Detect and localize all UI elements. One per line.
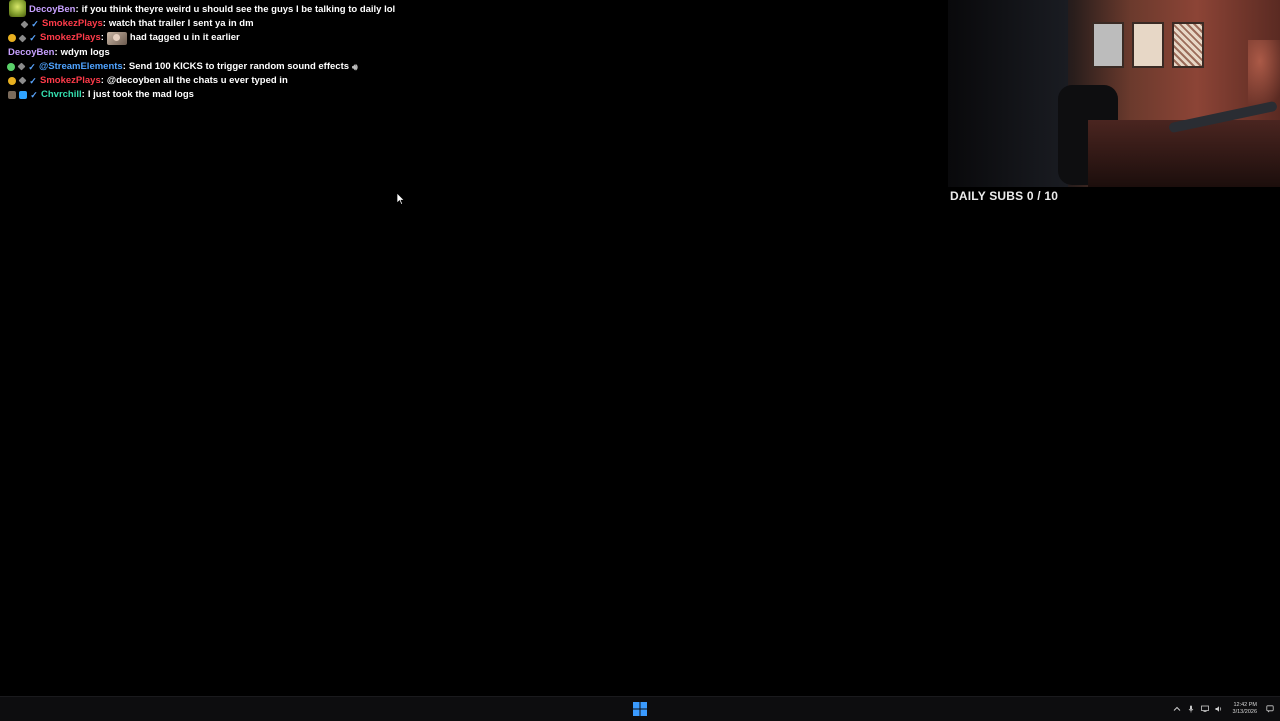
badge-list: ✓ [7,61,36,72]
chat-text: watch that trailer I sent ya in dm [108,18,254,30]
chat-username: Chvrchill [41,89,82,101]
clock-time: 12:42 PM [1233,702,1257,708]
chat-text: Send 100 KICKS to trigger random sound e… [128,60,350,72]
chat-username: DecoyBen [29,4,76,15]
chat-message: ✓ SmokezPlays: @decoyben all the chats u… [0,74,520,88]
user-avatar-sticker [9,0,26,17]
badge-list: ✓ [8,90,38,101]
chat-text: if you think theyre weird u should see t… [81,4,396,15]
avatar-badge-icon [8,91,16,100]
network-icon[interactable] [1200,705,1209,713]
sword-icon [18,34,27,43]
chat-username: SmokezPlays [40,32,101,44]
badge-list: ✓ [8,75,37,86]
webcam-background [948,0,1068,187]
wall-frame [1172,22,1204,68]
chat-overlay: DecoyBen: if you think theyre weird u sh… [0,0,520,102]
avatar-emote-icon [106,31,127,45]
badge-list: ✓ [8,33,37,44]
chat-message: ✓ Chvrchill: I just took the mad logs [0,88,520,102]
microphone-icon[interactable] [1187,705,1195,713]
verified-check-icon: ✓ [29,33,37,44]
verified-check-icon: ✓ [31,19,39,30]
sword-icon [20,20,29,29]
chat-message: ✓ @StreamElements: Send 100 KICKS to tri… [0,60,520,74]
wall-frame [1132,22,1164,68]
verified-check-icon: ✓ [28,61,36,72]
verified-check-icon: ✓ [30,90,38,101]
webcam-feed [948,0,1280,187]
taskbar-clock[interactable]: 12:42 PM 3/13/2026 [1233,702,1257,716]
clock-date: 3/13/2026 [1232,709,1257,715]
windows-start-icon[interactable] [633,702,647,716]
chat-username: DecoyBen [8,46,55,58]
chevron-up-icon[interactable] [1173,705,1181,713]
chat-username: SmokezPlays [40,74,101,86]
volume-icon[interactable] [1215,705,1223,713]
system-tray: 12:42 PM 3/13/2026 [1173,697,1274,721]
chat-text: had tagged u in it earlier [129,32,240,44]
wall-frame [1092,22,1124,68]
lamp-glow [1248,40,1280,110]
gift-badge-icon [19,91,27,100]
verified-check-icon: ✓ [29,75,37,86]
chat-message: DecoyBen: if you think theyre weird u sh… [0,0,520,17]
chat-username: @StreamElements [39,60,123,72]
speaker-icon: 🔊︎ [352,61,358,72]
chat-text: @decoyben all the chats u ever typed in [106,74,288,86]
chat-message: ✓ SmokezPlays: watch that trailer I sent… [0,17,520,31]
chat-username: SmokezPlays [42,18,103,30]
green-badge-icon [7,62,15,71]
notification-icon[interactable] [1266,705,1274,713]
chat-message: DecoyBen: wdym logs [8,46,110,58]
badge-list: ✓ [20,19,39,30]
chat-text: I just took the mad logs [87,89,194,101]
daily-subs-counter: DAILY SUBS 0 / 10 [950,189,1059,203]
gold-badge-icon [8,34,16,43]
sword-icon [17,62,26,71]
taskbar: 12:42 PM 3/13/2026 [0,696,1280,721]
chat-text: wdym logs [60,46,110,58]
gold-badge-icon [8,76,16,85]
sword-icon [18,76,27,85]
chat-message: ✓ SmokezPlays: had tagged u in it earlie… [0,31,520,45]
